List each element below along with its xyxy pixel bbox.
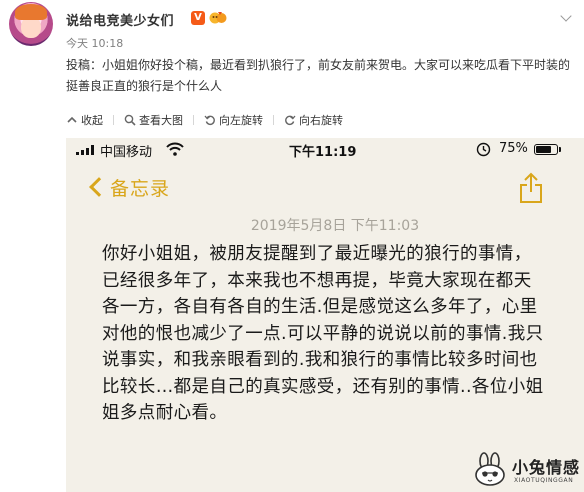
site-watermark: 小兔情感 XIAOTUQINGGAN <box>470 450 584 492</box>
image-toolbar: 收起 查看大图 向左旋转 向右旋转 <box>66 112 357 128</box>
cellular-signal-icon <box>76 145 96 155</box>
note-body: 你好小姐姐，被朋友提醒到了最近曝光的狼行的事情，已经很多年了，本来我也不想再提，… <box>102 244 544 423</box>
avatar[interactable] <box>9 2 53 46</box>
watermark-title: 小兔情感 <box>512 458 581 477</box>
collapse-label: 收起 <box>81 114 103 127</box>
notes-back-button: 备忘录 <box>110 178 171 200</box>
alarm-lock-icon <box>476 142 491 157</box>
magnifier-icon <box>124 114 136 126</box>
carrier-name: 中国移动 <box>100 145 153 160</box>
view-large-label: 查看大图 <box>139 114 183 127</box>
rotate-right-button[interactable]: 向右旋转 <box>284 112 343 128</box>
share-icon <box>520 172 542 203</box>
watermark-subtitle: XIAOTUQINGGAN <box>514 477 574 484</box>
wifi-icon <box>166 142 184 156</box>
rotate-right-icon <box>285 115 296 126</box>
collapse-button[interactable]: 收起 <box>66 112 103 128</box>
rotate-left-button[interactable]: 向左旋转 <box>204 112 263 128</box>
rotate-left-label: 向左旋转 <box>219 114 263 127</box>
phone-clock: 下午11:19 <box>289 145 357 160</box>
post-header: 说给电竞美少女们 V 今天 10:18 投稿：小姐姐你好投个稿，最近看到扒狼行了… <box>0 0 584 102</box>
member-badge-icon <box>209 12 227 24</box>
verified-badge-icon: V <box>191 11 205 25</box>
rabbit-logo-icon <box>475 452 505 486</box>
username[interactable]: 说给电竞美少女们 <box>66 10 174 29</box>
back-chevron-icon <box>89 177 109 197</box>
battery-icon <box>534 144 561 155</box>
post-text: 投稿：小姐姐你好投个稿，最近看到扒狼行了，前女友前来贺电。大家可以来吃瓜看下平时… <box>66 58 571 93</box>
notes-nav-bar: 备忘录 <box>66 168 584 208</box>
battery-fill <box>536 146 551 153</box>
post-timestamp[interactable]: 今天 10:18 <box>66 35 123 51</box>
rotate-left-icon <box>204 115 215 126</box>
post-image[interactable]: 中国移动 下午11:19 75% 备忘录 2019年5月8日 下午11:03 你… <box>66 138 584 492</box>
view-large-button[interactable]: 查看大图 <box>124 112 183 128</box>
collapse-icon <box>67 116 77 123</box>
phone-status-bar: 中国移动 下午11:19 75% <box>66 138 584 162</box>
rotate-right-label: 向右旋转 <box>299 114 343 127</box>
toolbar-divider <box>113 115 114 125</box>
chevron-down-icon[interactable] <box>560 10 572 22</box>
battery-percent: 75% <box>499 141 528 156</box>
toolbar-divider <box>273 115 274 125</box>
toolbar-divider <box>193 115 194 125</box>
note-date: 2019年5月8日 下午11:03 <box>250 218 420 234</box>
